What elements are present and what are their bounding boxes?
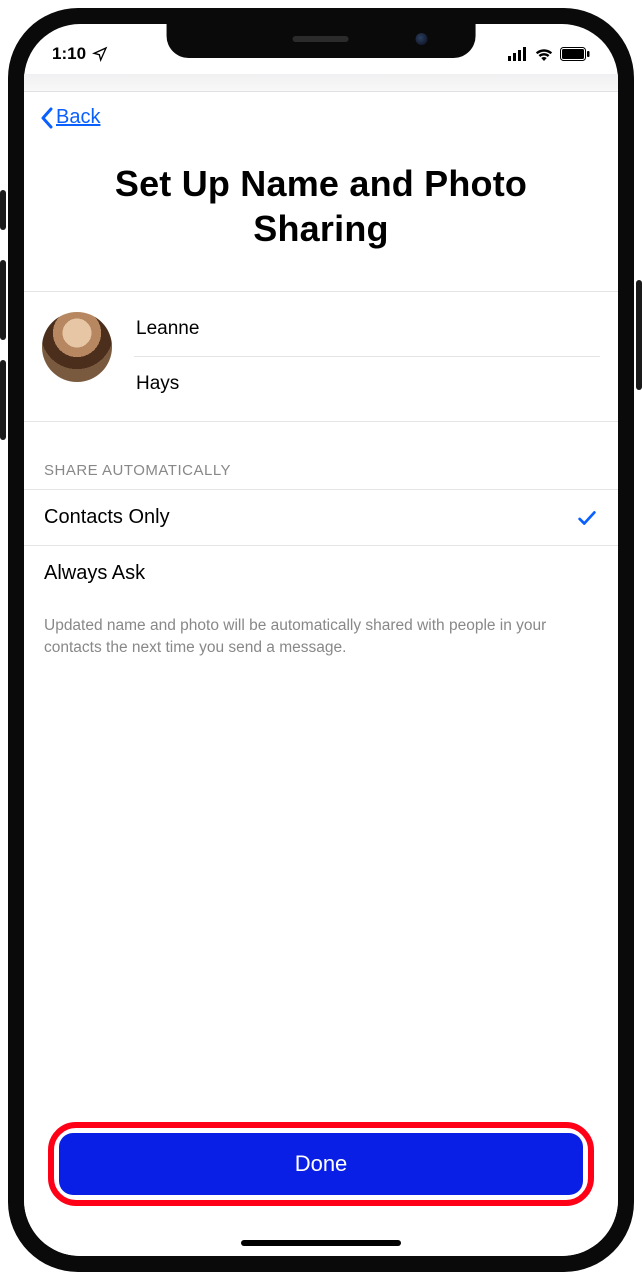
notch	[167, 24, 476, 58]
option-label: Contacts Only	[44, 506, 170, 529]
spacer	[24, 672, 618, 1106]
avatar[interactable]	[42, 312, 112, 382]
wifi-icon	[534, 47, 554, 61]
share-section-header: SHARE AUTOMATICALLY	[24, 422, 618, 489]
page-title: Set Up Name and Photo Sharing	[24, 139, 618, 291]
side-button-power	[636, 280, 642, 390]
speaker-grill	[293, 36, 349, 42]
side-button-volume-down	[0, 360, 6, 440]
side-button-volume-up	[0, 260, 6, 340]
location-icon	[92, 46, 108, 62]
chevron-left-icon	[40, 107, 54, 129]
option-always-ask[interactable]: Always Ask	[24, 545, 618, 601]
front-camera	[415, 33, 427, 45]
option-contacts-only[interactable]: Contacts Only	[24, 489, 618, 545]
option-label: Always Ask	[44, 562, 145, 585]
battery-icon	[560, 47, 590, 61]
annotation-highlight: Done	[48, 1122, 594, 1206]
sheet-handle	[24, 74, 618, 92]
status-time: 1:10	[52, 44, 86, 64]
done-button[interactable]: Done	[59, 1133, 583, 1195]
cellular-icon	[508, 47, 528, 61]
side-button-silence	[0, 190, 6, 230]
phone-frame: 1:10	[8, 8, 634, 1272]
home-indicator[interactable]	[241, 1240, 401, 1246]
name-fields: Leanne Hays	[134, 302, 600, 411]
back-button[interactable]: Back	[40, 106, 100, 129]
screen: 1:10	[24, 24, 618, 1256]
share-footnote: Updated name and photo will be automatic…	[24, 601, 618, 672]
back-label: Back	[56, 106, 100, 129]
content: Back Set Up Name and Photo Sharing Leann…	[24, 74, 618, 1256]
last-name-field[interactable]: Hays	[134, 356, 600, 411]
first-name-field[interactable]: Leanne	[134, 302, 600, 356]
name-section: Leanne Hays	[24, 291, 618, 422]
checkmark-icon	[576, 507, 598, 529]
nav-bar: Back	[24, 92, 618, 139]
done-wrap: Done	[24, 1106, 618, 1256]
